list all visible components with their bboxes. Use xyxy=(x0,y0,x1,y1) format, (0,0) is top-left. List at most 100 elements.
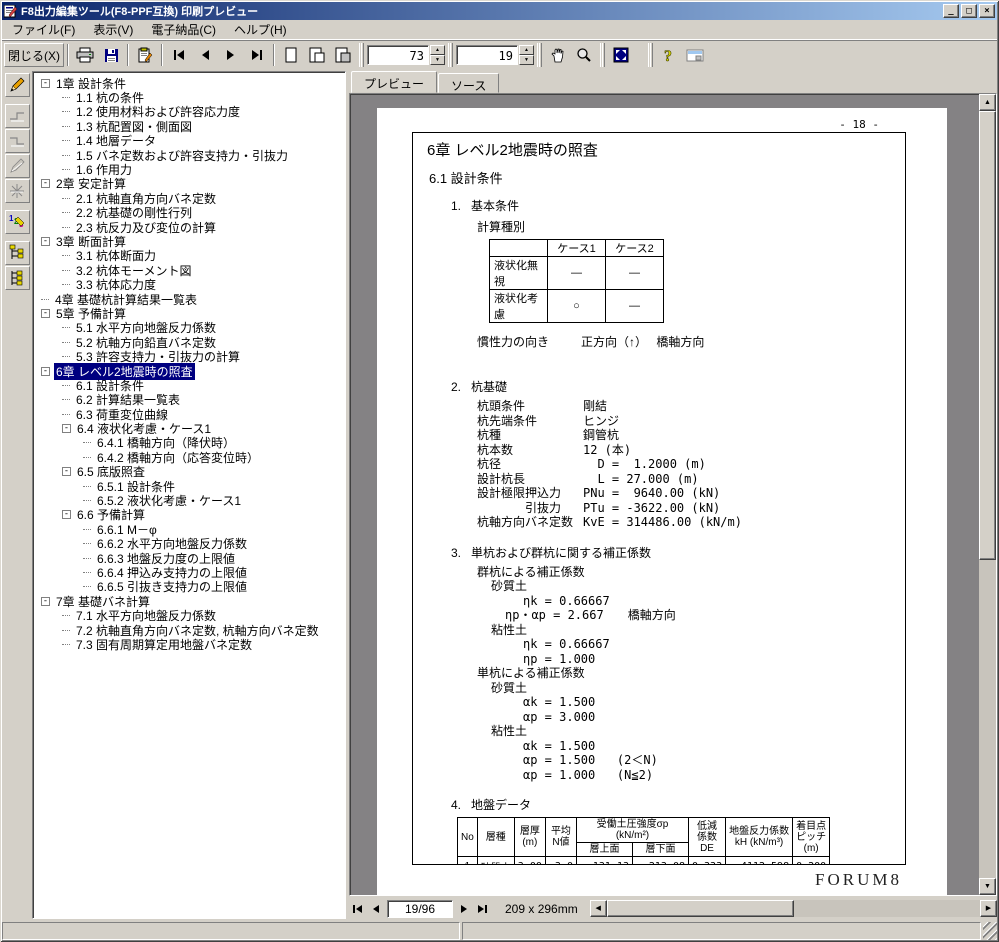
next-page-button[interactable] xyxy=(218,43,244,67)
next-page-nav-button[interactable] xyxy=(455,899,473,918)
two-page-button[interactable] xyxy=(304,43,330,67)
coeff-line: ηk = 0.66667 xyxy=(523,637,610,651)
coeff-line: αp = 1.000 (N≦2) xyxy=(523,767,654,782)
pen-tool-button[interactable] xyxy=(4,73,30,97)
first-page-icon xyxy=(174,50,184,60)
pile-kv-value: PNu = 9640.00 (kN) xyxy=(583,486,721,500)
tree-item[interactable]: 7.3 固有周期算定用地盤バネ定数 xyxy=(39,637,343,652)
expander-minus-icon[interactable]: - xyxy=(41,179,50,189)
tree-connector xyxy=(83,543,91,545)
fit-window-button[interactable] xyxy=(608,43,634,67)
help-icon: ? xyxy=(664,48,673,64)
close-preview-button[interactable]: 閉じる(X) xyxy=(4,43,64,67)
chapter-title: 6章 レベル2地震時の照査 xyxy=(427,142,598,159)
tab-preview[interactable]: プレビュー xyxy=(351,71,438,93)
ground-table-cell: 0.200 xyxy=(792,856,831,864)
first-page-nav-button[interactable] xyxy=(349,899,367,918)
scroll-left-icon[interactable]: ◀ xyxy=(589,900,607,917)
menu-item[interactable]: ファイル(F) xyxy=(3,19,84,41)
expander-minus-icon[interactable]: - xyxy=(41,596,50,606)
pan-tool-button[interactable] xyxy=(545,43,571,67)
spin-down-icon[interactable]: ▼ xyxy=(430,55,445,65)
scroll-down-icon[interactable]: ▼ xyxy=(979,878,996,895)
case-table-row: 液状化考慮 ○ — xyxy=(489,289,664,323)
prev-page-nav-button[interactable] xyxy=(367,899,385,918)
toolbar-separator xyxy=(127,44,129,66)
tab-source[interactable]: ソース xyxy=(438,73,500,93)
tree-connector xyxy=(62,97,70,99)
forum8-logo: FORUM8 xyxy=(815,870,902,889)
expander-minus-icon[interactable]: - xyxy=(62,510,71,520)
help-button[interactable]: ? xyxy=(656,43,682,67)
about-button[interactable] xyxy=(682,43,708,67)
tree-list-button[interactable] xyxy=(4,266,30,290)
last-page-button[interactable] xyxy=(244,43,270,67)
vertical-scrollbar[interactable]: ▲ ▼ xyxy=(979,94,996,895)
vertical-scroll-thumb[interactable] xyxy=(979,111,996,560)
pile-kv-label: 杭軸方向バネ定数 xyxy=(477,515,574,529)
pile-kv-row: 杭先端条件 ヒンジ xyxy=(477,414,895,429)
pile-kv-value: 剛結 xyxy=(583,399,608,413)
maximize-button[interactable]: □ xyxy=(961,4,977,18)
expander-minus-icon[interactable]: - xyxy=(62,467,71,477)
edit-output-button[interactable] xyxy=(132,43,158,67)
horizontal-scrollbar[interactable]: ◀ ▶ xyxy=(589,900,997,917)
status-panel-left xyxy=(2,922,460,940)
page-spinner[interactable]: ▲ ▼ xyxy=(519,45,534,65)
ground-table-cell: 砂質土 xyxy=(476,856,515,864)
ground-table-cell: 1 xyxy=(457,856,478,864)
toolbar: 閉じる(X) 73 ▲ ▼ 19 ▲ ▼ ? xyxy=(2,39,997,70)
single-page-button[interactable] xyxy=(278,43,304,67)
spin-down-icon[interactable]: ▼ xyxy=(519,55,534,65)
first-page-button[interactable] xyxy=(166,43,192,67)
org-tree-icon xyxy=(9,244,24,259)
prev-page-button[interactable] xyxy=(192,43,218,67)
tree-item[interactable]: -6.5 底版照査 xyxy=(39,465,343,479)
tree-item[interactable]: -6.6 予備計算 xyxy=(39,508,343,522)
scroll-up-icon[interactable]: ▲ xyxy=(979,94,996,111)
menu-item[interactable]: 電子納品(C) xyxy=(142,19,225,41)
spin-up-icon[interactable]: ▲ xyxy=(430,45,445,55)
last-page-icon xyxy=(478,904,487,913)
zoom-spinner[interactable]: ▲ ▼ xyxy=(430,45,445,65)
facing-page-button[interactable] xyxy=(330,43,356,67)
numbering-icon: 1 2 3 xyxy=(9,214,25,229)
paper-size-label: 209 x 296mm xyxy=(505,901,578,916)
tree-connector xyxy=(83,500,91,502)
pile-kv-row: 杭径 D = 1.2000 (m) xyxy=(477,457,895,472)
calc-type-label: 計算種別 xyxy=(477,220,526,234)
spin-up-icon[interactable]: ▲ xyxy=(519,45,534,55)
expander-minus-icon[interactable]: - xyxy=(62,424,71,434)
page-input[interactable] xyxy=(456,45,518,65)
save-button[interactable] xyxy=(98,43,124,67)
toolbar-separator xyxy=(161,44,163,66)
expander-minus-icon[interactable]: - xyxy=(41,366,50,376)
page-number: - 18 - xyxy=(839,118,879,131)
pile-kv-label: 設計杭長 xyxy=(477,471,526,486)
preview-area[interactable]: - 18 - 6章 レベル2地震時の照査 6.1 設計条件 1. 基本条件 計算種… xyxy=(349,93,997,896)
last-page-nav-button[interactable] xyxy=(473,899,491,918)
menu-item[interactable]: 表示(V) xyxy=(84,19,142,41)
coeff-line: 粘性土 xyxy=(491,622,528,637)
expander-minus-icon[interactable]: - xyxy=(41,236,50,246)
menu-item[interactable]: ヘルプ(H) xyxy=(225,19,296,41)
expander-minus-icon[interactable]: - xyxy=(41,78,50,88)
minimize-button[interactable]: _ xyxy=(943,4,959,18)
app-icon xyxy=(4,4,18,17)
zoom-tool-button[interactable] xyxy=(571,43,597,67)
tree-structure-button[interactable] xyxy=(4,241,30,265)
tree-connector xyxy=(62,341,70,343)
last-page-icon xyxy=(252,50,262,60)
zoom-input[interactable] xyxy=(367,45,429,65)
pile-kv-value: KvE = 314486.00 (kN/m) xyxy=(583,515,742,529)
page-indicator-input[interactable] xyxy=(387,899,453,918)
renumber-pages-button[interactable]: 1 2 3 xyxy=(4,210,30,234)
resize-grip[interactable] xyxy=(983,922,997,940)
expander-minus-icon[interactable]: - xyxy=(41,308,50,318)
horizontal-scroll-thumb[interactable] xyxy=(606,900,795,917)
document-tree-panel: -1章 設計条件 1.1 杭の条件 1.2 使用材料および許容応力度 1.3 杭配置図… xyxy=(32,71,346,919)
tree-connector xyxy=(62,399,70,401)
print-button[interactable] xyxy=(72,43,98,67)
scroll-right-icon[interactable]: ▶ xyxy=(980,900,997,917)
close-button[interactable]: × xyxy=(979,4,995,18)
